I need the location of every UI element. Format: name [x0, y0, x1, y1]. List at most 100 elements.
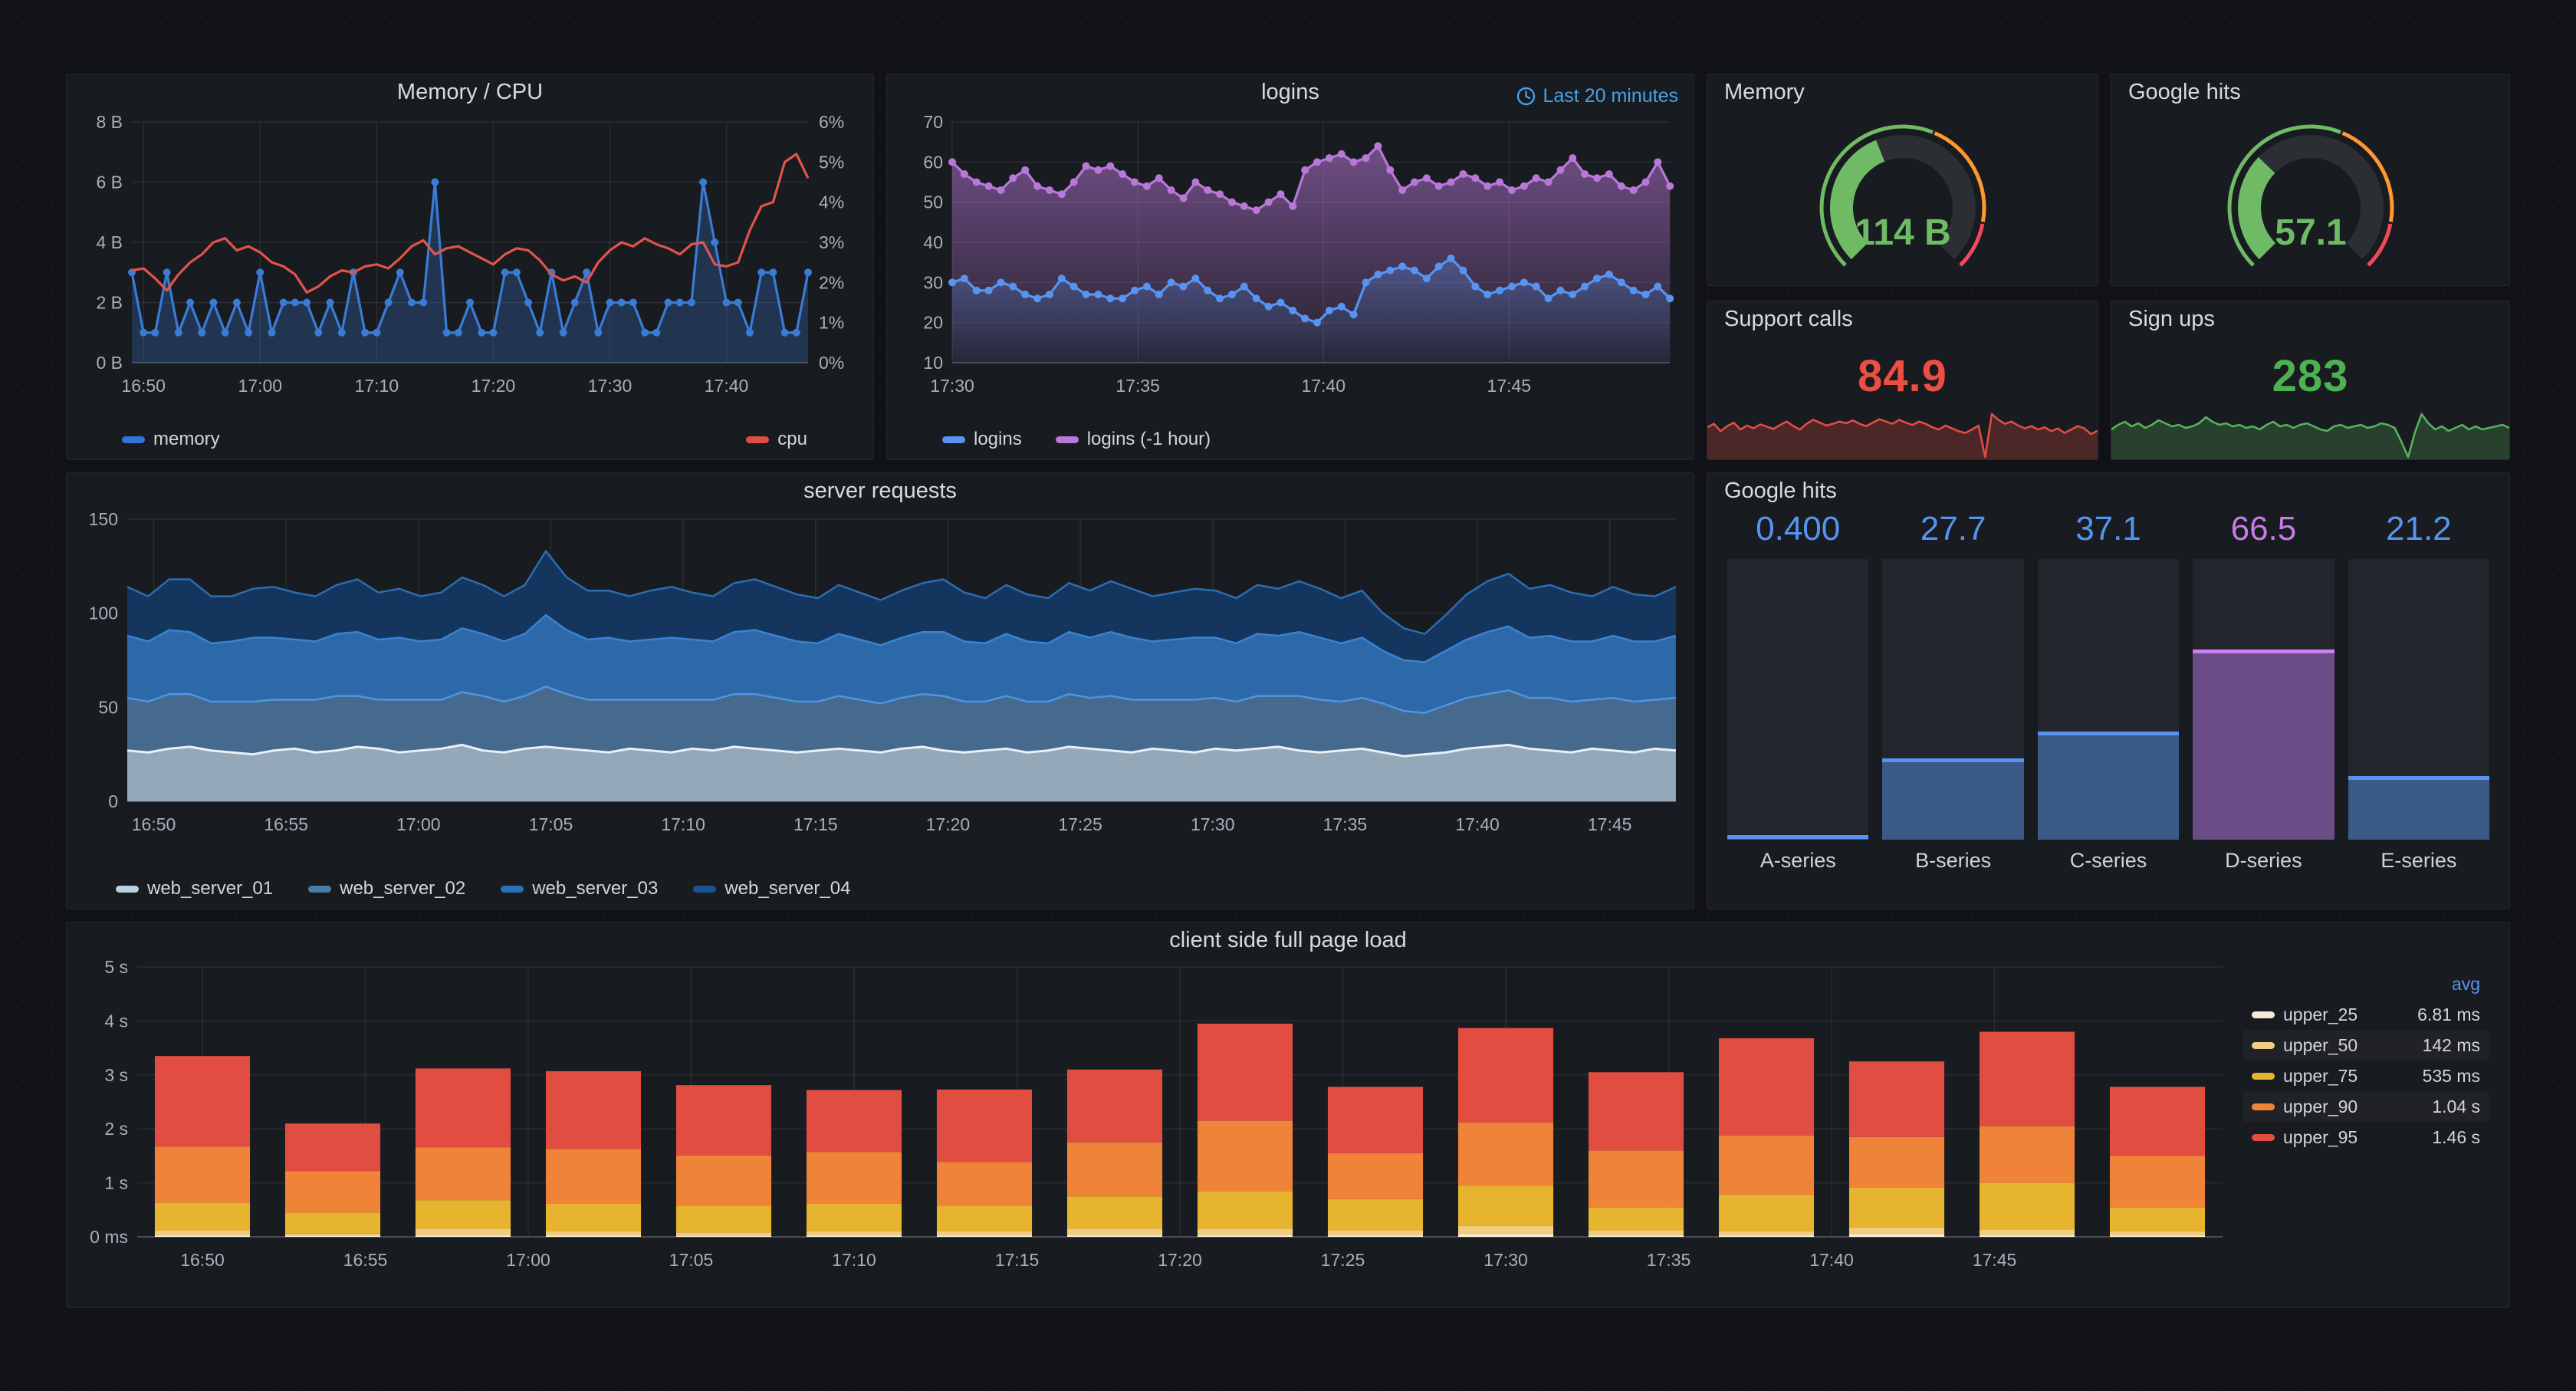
svg-text:17:40: 17:40	[1455, 814, 1500, 834]
svg-text:57.1: 57.1	[2275, 212, 2346, 253]
svg-text:4 B: 4 B	[96, 232, 123, 252]
panel-server-requests: server requests 05010015016:5016:5517:00…	[66, 472, 1694, 909]
server-requests-chart[interactable]: 05010015016:5016:5517:0017:0517:1017:151…	[78, 508, 1682, 853]
panel-memory-cpu: Memory / CPU 0 B2 B4 B6 B8 B16:5017:0017…	[66, 74, 874, 460]
svg-text:17:40: 17:40	[705, 376, 749, 396]
legend-avg-value: 535 ms	[2423, 1066, 2480, 1087]
bar-gauge-value-e: 21.2	[2348, 508, 2489, 554]
google-hits-gauge: 57.1	[2192, 110, 2430, 268]
legend-item-web-server-01[interactable]: web_server_01	[116, 878, 273, 899]
panel-title-memory-cpu[interactable]: Memory / CPU	[67, 74, 873, 110]
legend-item-logins-1hour[interactable]: logins (-1 hour)	[1056, 429, 1211, 450]
panel-title-page-load[interactable]: client side full page load	[67, 922, 2509, 958]
svg-text:17:10: 17:10	[661, 814, 705, 834]
legend-avg-header: avg	[2452, 974, 2480, 995]
svg-text:17:45: 17:45	[1487, 376, 1532, 396]
panel-google-hits-bars: Google hits 0.400 27.7 37.1 66.5 21.2 A-…	[1707, 472, 2510, 909]
panel-title-google-hits-bars[interactable]: Google hits	[1707, 473, 2509, 508]
svg-text:20: 20	[923, 313, 943, 333]
bar-gauge-value-b: 27.7	[1882, 508, 2023, 554]
legend-row-upper-95[interactable]: upper_95 1.46 s	[2242, 1122, 2489, 1153]
web-server-04-swatch	[693, 886, 716, 893]
svg-text:17:40: 17:40	[1809, 1250, 1854, 1270]
svg-text:0: 0	[108, 791, 118, 811]
bar-gauge-value-d: 66.5	[2193, 508, 2334, 554]
svg-text:2 B: 2 B	[96, 293, 123, 313]
svg-text:5 s: 5 s	[104, 958, 128, 977]
legend-row-upper-25[interactable]: upper_25 6.81 ms	[2242, 999, 2489, 1030]
legend-row-upper-75[interactable]: upper_75 535 ms	[2242, 1061, 2489, 1091]
svg-text:50: 50	[923, 192, 943, 212]
legend-item-web-server-02[interactable]: web_server_02	[308, 878, 465, 899]
svg-text:17:30: 17:30	[930, 376, 974, 396]
legend-row-upper-50[interactable]: upper_50 142 ms	[2242, 1030, 2489, 1061]
time-range-indicator[interactable]: Last 20 minutes	[1516, 85, 1679, 107]
panel-page-load: client side full page load 0 ms1 s2 s3 s…	[66, 922, 2510, 1308]
svg-text:17:00: 17:00	[506, 1250, 550, 1270]
svg-text:100: 100	[89, 603, 118, 623]
svg-text:17:35: 17:35	[1647, 1250, 1691, 1270]
svg-text:17:15: 17:15	[794, 814, 838, 834]
legend-item-logins[interactable]: logins	[942, 429, 1022, 450]
svg-text:16:50: 16:50	[180, 1250, 225, 1270]
svg-text:17:25: 17:25	[1321, 1250, 1365, 1270]
cpu-series-swatch	[746, 436, 769, 443]
panel-sign-ups: Sign ups 283	[2111, 301, 2510, 460]
grafana-dashboard: Memory / CPU 0 B2 B4 B6 B8 B16:5017:0017…	[0, 0, 2576, 1391]
svg-text:17:45: 17:45	[1973, 1250, 2017, 1270]
legend-avg-value: 142 ms	[2423, 1035, 2480, 1056]
svg-text:6 B: 6 B	[96, 173, 123, 192]
bar-gauge-fill-e	[2348, 776, 2489, 840]
svg-text:60: 60	[923, 152, 943, 172]
svg-text:114 B: 114 B	[1855, 212, 1950, 253]
upper-25-swatch	[2252, 1011, 2275, 1018]
page-load-chart[interactable]: 0 ms1 s2 s3 s4 s5 s16:5016:5517:0017:051…	[79, 958, 2230, 1295]
legend-label: logins (-1 hour)	[1087, 429, 1211, 450]
legend-item-web-server-04[interactable]: web_server_04	[693, 878, 850, 899]
clock-icon	[1516, 86, 1536, 107]
legend-label: cpu	[777, 429, 807, 450]
svg-text:1 s: 1 s	[104, 1173, 128, 1193]
panel-title-sign-ups[interactable]: Sign ups	[2111, 301, 2509, 337]
page-load-legend: avg upper_25 6.81 ms upper_50 142 ms upp…	[2242, 968, 2489, 1153]
svg-text:17:10: 17:10	[355, 376, 399, 396]
svg-text:4%: 4%	[819, 192, 844, 212]
legend-avg-value: 1.04 s	[2432, 1097, 2480, 1117]
legend-item-web-server-03[interactable]: web_server_03	[501, 878, 658, 899]
panel-title-support-calls[interactable]: Support calls	[1707, 301, 2098, 337]
logins-series-swatch	[942, 436, 965, 443]
logins-chart[interactable]: 1020304050607017:3017:3517:4017:45	[899, 110, 1682, 410]
svg-text:17:00: 17:00	[238, 376, 282, 396]
svg-text:16:55: 16:55	[264, 814, 308, 834]
svg-text:17:00: 17:00	[396, 814, 441, 834]
upper-95-swatch	[2252, 1134, 2275, 1141]
memory-cpu-chart[interactable]: 0 B2 B4 B6 B8 B16:5017:0017:1017:2017:30…	[78, 110, 862, 410]
svg-text:5%: 5%	[819, 152, 844, 172]
legend-avg-value: 6.81 ms	[2417, 1005, 2480, 1025]
upper-50-swatch	[2252, 1042, 2275, 1049]
svg-text:17:35: 17:35	[1323, 814, 1368, 834]
web-server-02-swatch	[308, 886, 331, 893]
svg-text:17:05: 17:05	[669, 1250, 714, 1270]
legend-item-cpu[interactable]: cpu	[746, 429, 807, 450]
panel-title-memory-gauge[interactable]: Memory	[1707, 74, 2098, 110]
bar-gauge-fill-a	[1727, 835, 1868, 840]
svg-text:2 s: 2 s	[104, 1119, 128, 1139]
bar-gauge-track	[2348, 559, 2489, 840]
bar-gauge-label-c: C-series	[2038, 849, 2179, 873]
panel-title-server-requests[interactable]: server requests	[67, 473, 1694, 508]
svg-text:17:15: 17:15	[995, 1250, 1040, 1270]
legend-item-memory[interactable]: memory	[122, 429, 220, 450]
bar-gauge-fill-b	[1882, 758, 2023, 840]
legend-row-upper-90[interactable]: upper_90 1.04 s	[2242, 1091, 2489, 1122]
bar-gauge-track	[1882, 559, 2023, 840]
svg-text:70: 70	[923, 112, 943, 132]
bar-gauge-label-b: B-series	[1882, 849, 2023, 873]
memory-series-swatch	[122, 436, 145, 443]
panel-memory-gauge: Memory 114 B	[1707, 74, 2098, 286]
panel-title-google-hits-gauge[interactable]: Google hits	[2111, 74, 2509, 110]
svg-text:17:30: 17:30	[1484, 1250, 1528, 1270]
svg-text:3%: 3%	[819, 232, 844, 252]
legend-label: web_server_02	[340, 878, 465, 899]
bar-gauge-label-e: E-series	[2348, 849, 2489, 873]
